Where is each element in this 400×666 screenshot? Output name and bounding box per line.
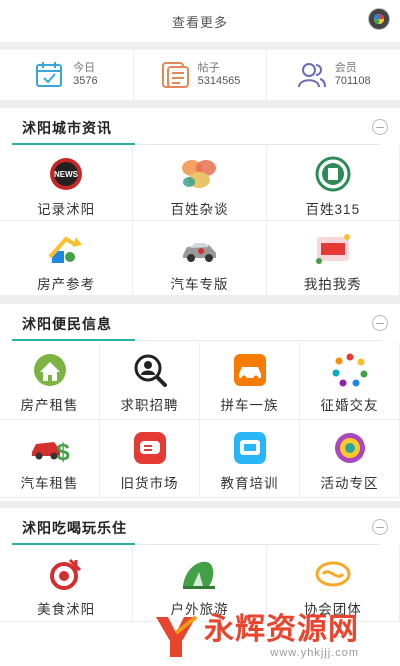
watermark-text: 永辉资源网 bbox=[204, 613, 359, 646]
grid-item-car-rent[interactable]: $ 汽车租售 bbox=[0, 420, 100, 498]
view-more-bar[interactable]: 查看更多 bbox=[0, 0, 400, 42]
grid-item-house-rent[interactable]: 房产租售 bbox=[0, 342, 100, 420]
house-icon bbox=[33, 354, 66, 386]
grid-item-label: 拼车一族 bbox=[220, 398, 279, 413]
chat-bubbles-icon bbox=[182, 160, 217, 188]
grid-item-carpool[interactable]: 拼车一族 bbox=[200, 342, 300, 420]
section-convenience: 沭阳便民信息 房产租售 求职招聘 拼车一族 征婚交友 $ 汽车租售 旧货市场 教… bbox=[0, 304, 400, 501]
stat-posts: 帖子 5314565 bbox=[134, 50, 268, 100]
car-dollar-icon: $ bbox=[31, 439, 70, 466]
grid-item-realestate[interactable]: 房产参考 bbox=[0, 221, 134, 296]
calendar-icon bbox=[36, 62, 63, 87]
yonghui-logo-icon bbox=[156, 615, 198, 657]
forum-stats: 今日 3576 帖子 5314565 会员 701108 bbox=[0, 50, 400, 100]
grid-item-label: 百姓315 bbox=[305, 202, 361, 217]
carpool-icon bbox=[233, 354, 266, 386]
education-icon bbox=[233, 432, 266, 464]
stat-label: 帖子 bbox=[197, 62, 220, 74]
section-underline bbox=[12, 543, 135, 545]
grid-item-activity[interactable]: 活动专区 bbox=[300, 420, 400, 498]
collapse-icon[interactable] bbox=[372, 119, 388, 135]
stat-label: 会员 bbox=[334, 62, 357, 74]
stat-value: 701108 bbox=[334, 75, 371, 87]
grid-item-education[interactable]: 教育培训 bbox=[200, 420, 300, 498]
grid-item-label: 活动专区 bbox=[320, 476, 379, 491]
stat-label: 今日 bbox=[73, 62, 96, 74]
section-city-news: 沭阳城市资讯 NEWS 记录沭阳 百姓杂谈 百姓315 房产参考 汽车专版 我拍… bbox=[0, 108, 400, 296]
section-underline bbox=[12, 339, 135, 341]
news-icon: NEWS bbox=[50, 158, 83, 190]
grid-item-food[interactable]: 美食沭阳 bbox=[0, 546, 134, 622]
section-header: 沭阳城市资讯 bbox=[0, 108, 400, 146]
grid-item-label: 汽车专版 bbox=[170, 277, 229, 292]
section-title: 沭阳吃喝玩乐住 bbox=[22, 520, 127, 536]
members-icon bbox=[297, 63, 326, 88]
stat-value: 3576 bbox=[73, 75, 98, 87]
grid-item-chat[interactable]: 百姓杂谈 bbox=[133, 146, 267, 221]
grid-item-label: 美食沭阳 bbox=[37, 602, 96, 617]
grid-item-label: 旧货市场 bbox=[120, 476, 179, 491]
people-circle-icon bbox=[332, 353, 367, 387]
house-arrow-icon bbox=[48, 236, 83, 263]
consumer-315-icon bbox=[315, 156, 351, 192]
travel-icon bbox=[183, 561, 216, 589]
food-icon bbox=[50, 558, 82, 590]
grid-item-label: 征婚交友 bbox=[320, 398, 379, 413]
activity-icon bbox=[334, 433, 365, 463]
grid-item-label: 我拍我秀 bbox=[303, 277, 362, 292]
grid-item-record[interactable]: NEWS 记录沭阳 bbox=[0, 146, 134, 221]
section-header: 沭阳便民信息 bbox=[0, 304, 400, 342]
section-underline bbox=[12, 143, 135, 145]
grid-item-label: 记录沭阳 bbox=[37, 202, 96, 217]
grid-item-label: 百姓杂谈 bbox=[170, 202, 229, 217]
view-more-label[interactable]: 查看更多 bbox=[172, 12, 228, 31]
association-icon bbox=[315, 561, 351, 587]
photo-show-icon bbox=[315, 234, 350, 264]
grid-item-label: 教育培训 bbox=[220, 476, 279, 491]
grid-item-auto[interactable]: 汽车专版 bbox=[133, 221, 267, 296]
grid-item-label: 汽车租售 bbox=[20, 476, 79, 491]
grid-item-dating[interactable]: 征婚交友 bbox=[300, 342, 400, 420]
grid-item-label: 房产租售 bbox=[20, 398, 79, 413]
job-search-icon bbox=[134, 354, 167, 387]
grid-item-second-hand[interactable]: 旧货市场 bbox=[100, 420, 200, 498]
stat-today: 今日 3576 bbox=[0, 50, 134, 100]
section-title: 沭阳便民信息 bbox=[22, 316, 112, 332]
car-icon bbox=[183, 243, 217, 262]
document-icon bbox=[161, 62, 189, 88]
svg-text:$: $ bbox=[56, 439, 70, 466]
svg-text:NEWS: NEWS bbox=[54, 170, 79, 179]
grid-item-jobs[interactable]: 求职招聘 bbox=[100, 342, 200, 420]
grid-item-315[interactable]: 百姓315 bbox=[266, 146, 400, 221]
grid-item-label: 求职招聘 bbox=[120, 398, 179, 413]
second-hand-icon bbox=[133, 432, 166, 464]
collapse-icon[interactable] bbox=[372, 519, 388, 535]
section-title: 沭阳城市资讯 bbox=[22, 120, 112, 136]
watermark-url: www.yhkjjj.com bbox=[270, 647, 359, 659]
chrome-icon[interactable] bbox=[368, 8, 390, 30]
collapse-icon[interactable] bbox=[372, 315, 388, 331]
stat-value: 5314565 bbox=[197, 75, 241, 87]
section-header: 沭阳吃喝玩乐住 bbox=[0, 508, 400, 546]
grid-item-photo[interactable]: 我拍我秀 bbox=[266, 221, 400, 296]
grid-item-label: 房产参考 bbox=[37, 277, 96, 292]
watermark: 永辉资源网 www.yhkjjj.com bbox=[150, 608, 395, 664]
stat-members: 会员 701108 bbox=[267, 50, 400, 100]
